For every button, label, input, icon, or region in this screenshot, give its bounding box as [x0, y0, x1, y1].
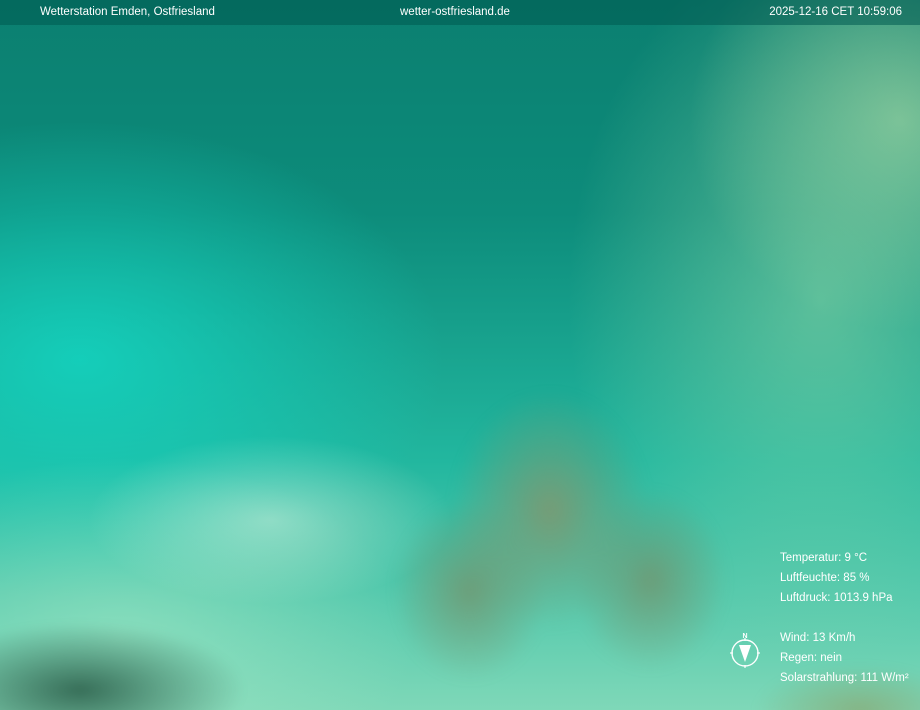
temperature-reading: Temperatur: 9 °C	[780, 552, 868, 564]
humidity-reading: Luftfeuchte: 85 %	[780, 572, 870, 584]
solar-reading: Solarstrahlung: 111 W/m²	[780, 672, 909, 684]
pressure-reading: Luftdruck: 1013.9 hPa	[780, 592, 893, 604]
station-name: Wetterstation Emden, Ostfriesland	[40, 6, 215, 18]
webcam-image: Wetterstation Emden, Ostfriesland wetter…	[0, 0, 920, 710]
ground-left	[0, 600, 320, 710]
timestamp: 2025-12-16 CET 10:59:06	[769, 6, 902, 18]
weather-readings: Temperatur: 9 °C Luftfeuchte: 85 % Luftd…	[780, 548, 920, 688]
wind-reading: Wind: 13 Km/h	[780, 632, 856, 644]
rain-reading: Regen: nein	[780, 652, 843, 664]
compass-icon: N	[728, 630, 762, 670]
top-info-bar: Wetterstation Emden, Ostfriesland wetter…	[0, 0, 920, 25]
tree-silhouette	[360, 340, 740, 710]
website-label: wetter-ostfriesland.de	[400, 6, 510, 18]
